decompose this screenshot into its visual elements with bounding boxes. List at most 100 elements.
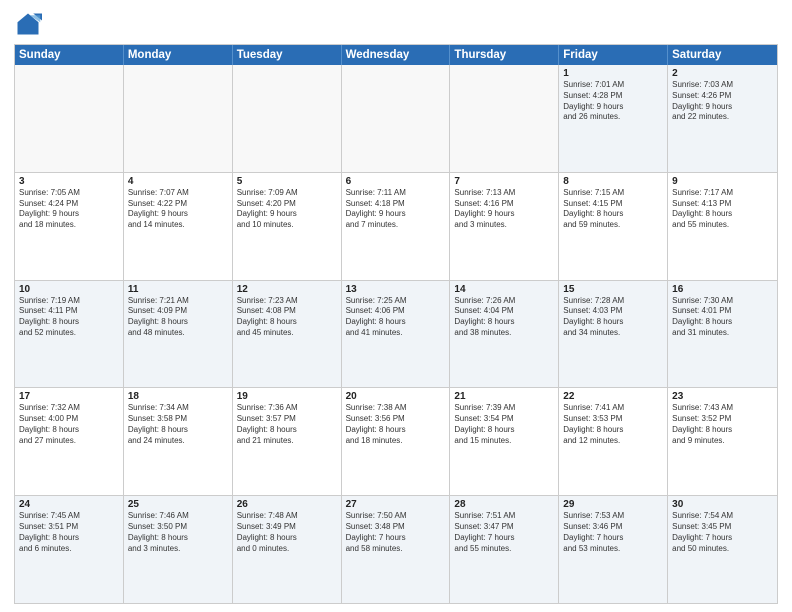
day-number: 20: [346, 391, 446, 402]
day-number: 18: [128, 391, 228, 402]
page: SundayMondayTuesdayWednesdayThursdayFrid…: [0, 0, 792, 612]
day-number: 23: [672, 391, 773, 402]
cal-cell-4-3: 19Sunrise: 7:36 AM Sunset: 3:57 PM Dayli…: [233, 388, 342, 495]
day-number: 4: [128, 176, 228, 187]
cell-text: Sunrise: 7:26 AM Sunset: 4:04 PM Dayligh…: [454, 296, 554, 339]
cal-cell-4-2: 18Sunrise: 7:34 AM Sunset: 3:58 PM Dayli…: [124, 388, 233, 495]
day-number: 5: [237, 176, 337, 187]
day-number: 16: [672, 284, 773, 295]
cell-text: Sunrise: 7:28 AM Sunset: 4:03 PM Dayligh…: [563, 296, 663, 339]
week-row-4: 17Sunrise: 7:32 AM Sunset: 4:00 PM Dayli…: [15, 388, 777, 496]
cal-cell-3-4: 13Sunrise: 7:25 AM Sunset: 4:06 PM Dayli…: [342, 281, 451, 388]
day-number: 17: [19, 391, 119, 402]
day-number: 11: [128, 284, 228, 295]
cal-cell-4-6: 22Sunrise: 7:41 AM Sunset: 3:53 PM Dayli…: [559, 388, 668, 495]
day-number: 1: [563, 68, 663, 79]
cal-cell-3-6: 15Sunrise: 7:28 AM Sunset: 4:03 PM Dayli…: [559, 281, 668, 388]
cal-cell-3-3: 12Sunrise: 7:23 AM Sunset: 4:08 PM Dayli…: [233, 281, 342, 388]
cell-text: Sunrise: 7:39 AM Sunset: 3:54 PM Dayligh…: [454, 403, 554, 446]
cal-cell-2-2: 4Sunrise: 7:07 AM Sunset: 4:22 PM Daylig…: [124, 173, 233, 280]
cell-text: Sunrise: 7:21 AM Sunset: 4:09 PM Dayligh…: [128, 296, 228, 339]
cal-cell-5-3: 26Sunrise: 7:48 AM Sunset: 3:49 PM Dayli…: [233, 496, 342, 603]
cell-text: Sunrise: 7:54 AM Sunset: 3:45 PM Dayligh…: [672, 511, 773, 554]
cal-cell-5-5: 28Sunrise: 7:51 AM Sunset: 3:47 PM Dayli…: [450, 496, 559, 603]
day-number: 30: [672, 499, 773, 510]
day-number: 19: [237, 391, 337, 402]
week-row-2: 3Sunrise: 7:05 AM Sunset: 4:24 PM Daylig…: [15, 173, 777, 281]
cal-cell-1-2: [124, 65, 233, 172]
header-day-sunday: Sunday: [15, 45, 124, 65]
cal-cell-4-7: 23Sunrise: 7:43 AM Sunset: 3:52 PM Dayli…: [668, 388, 777, 495]
cell-text: Sunrise: 7:32 AM Sunset: 4:00 PM Dayligh…: [19, 403, 119, 446]
calendar: SundayMondayTuesdayWednesdayThursdayFrid…: [14, 44, 778, 604]
cal-cell-5-1: 24Sunrise: 7:45 AM Sunset: 3:51 PM Dayli…: [15, 496, 124, 603]
cell-text: Sunrise: 7:23 AM Sunset: 4:08 PM Dayligh…: [237, 296, 337, 339]
day-number: 13: [346, 284, 446, 295]
cell-text: Sunrise: 7:48 AM Sunset: 3:49 PM Dayligh…: [237, 511, 337, 554]
day-number: 3: [19, 176, 119, 187]
day-number: 22: [563, 391, 663, 402]
day-number: 7: [454, 176, 554, 187]
cal-cell-5-6: 29Sunrise: 7:53 AM Sunset: 3:46 PM Dayli…: [559, 496, 668, 603]
cell-text: Sunrise: 7:17 AM Sunset: 4:13 PM Dayligh…: [672, 188, 773, 231]
cal-cell-1-4: [342, 65, 451, 172]
logo-icon: [14, 10, 42, 38]
cell-text: Sunrise: 7:25 AM Sunset: 4:06 PM Dayligh…: [346, 296, 446, 339]
cal-cell-2-1: 3Sunrise: 7:05 AM Sunset: 4:24 PM Daylig…: [15, 173, 124, 280]
day-number: 26: [237, 499, 337, 510]
cell-text: Sunrise: 7:51 AM Sunset: 3:47 PM Dayligh…: [454, 511, 554, 554]
header-day-wednesday: Wednesday: [342, 45, 451, 65]
cell-text: Sunrise: 7:43 AM Sunset: 3:52 PM Dayligh…: [672, 403, 773, 446]
cal-cell-4-1: 17Sunrise: 7:32 AM Sunset: 4:00 PM Dayli…: [15, 388, 124, 495]
cal-cell-3-1: 10Sunrise: 7:19 AM Sunset: 4:11 PM Dayli…: [15, 281, 124, 388]
day-number: 10: [19, 284, 119, 295]
day-number: 15: [563, 284, 663, 295]
cell-text: Sunrise: 7:34 AM Sunset: 3:58 PM Dayligh…: [128, 403, 228, 446]
cal-cell-2-5: 7Sunrise: 7:13 AM Sunset: 4:16 PM Daylig…: [450, 173, 559, 280]
cell-text: Sunrise: 7:01 AM Sunset: 4:28 PM Dayligh…: [563, 80, 663, 123]
cal-cell-4-4: 20Sunrise: 7:38 AM Sunset: 3:56 PM Dayli…: [342, 388, 451, 495]
cell-text: Sunrise: 7:41 AM Sunset: 3:53 PM Dayligh…: [563, 403, 663, 446]
cal-cell-1-7: 2Sunrise: 7:03 AM Sunset: 4:26 PM Daylig…: [668, 65, 777, 172]
cal-cell-2-4: 6Sunrise: 7:11 AM Sunset: 4:18 PM Daylig…: [342, 173, 451, 280]
cal-cell-3-5: 14Sunrise: 7:26 AM Sunset: 4:04 PM Dayli…: [450, 281, 559, 388]
cell-text: Sunrise: 7:45 AM Sunset: 3:51 PM Dayligh…: [19, 511, 119, 554]
cell-text: Sunrise: 7:05 AM Sunset: 4:24 PM Dayligh…: [19, 188, 119, 231]
week-row-5: 24Sunrise: 7:45 AM Sunset: 3:51 PM Dayli…: [15, 496, 777, 603]
cal-cell-5-2: 25Sunrise: 7:46 AM Sunset: 3:50 PM Dayli…: [124, 496, 233, 603]
cell-text: Sunrise: 7:11 AM Sunset: 4:18 PM Dayligh…: [346, 188, 446, 231]
day-number: 29: [563, 499, 663, 510]
header-day-friday: Friday: [559, 45, 668, 65]
calendar-body: 1Sunrise: 7:01 AM Sunset: 4:28 PM Daylig…: [15, 65, 777, 603]
cal-cell-5-4: 27Sunrise: 7:50 AM Sunset: 3:48 PM Dayli…: [342, 496, 451, 603]
cell-text: Sunrise: 7:30 AM Sunset: 4:01 PM Dayligh…: [672, 296, 773, 339]
cal-cell-5-7: 30Sunrise: 7:54 AM Sunset: 3:45 PM Dayli…: [668, 496, 777, 603]
cell-text: Sunrise: 7:38 AM Sunset: 3:56 PM Dayligh…: [346, 403, 446, 446]
header-day-monday: Monday: [124, 45, 233, 65]
logo: [14, 10, 44, 38]
cell-text: Sunrise: 7:36 AM Sunset: 3:57 PM Dayligh…: [237, 403, 337, 446]
cal-cell-1-6: 1Sunrise: 7:01 AM Sunset: 4:28 PM Daylig…: [559, 65, 668, 172]
day-number: 21: [454, 391, 554, 402]
calendar-header: SundayMondayTuesdayWednesdayThursdayFrid…: [15, 45, 777, 65]
day-number: 24: [19, 499, 119, 510]
cell-text: Sunrise: 7:09 AM Sunset: 4:20 PM Dayligh…: [237, 188, 337, 231]
cal-cell-1-5: [450, 65, 559, 172]
week-row-3: 10Sunrise: 7:19 AM Sunset: 4:11 PM Dayli…: [15, 281, 777, 389]
cell-text: Sunrise: 7:15 AM Sunset: 4:15 PM Dayligh…: [563, 188, 663, 231]
cell-text: Sunrise: 7:46 AM Sunset: 3:50 PM Dayligh…: [128, 511, 228, 554]
cal-cell-2-6: 8Sunrise: 7:15 AM Sunset: 4:15 PM Daylig…: [559, 173, 668, 280]
cal-cell-2-7: 9Sunrise: 7:17 AM Sunset: 4:13 PM Daylig…: [668, 173, 777, 280]
cell-text: Sunrise: 7:19 AM Sunset: 4:11 PM Dayligh…: [19, 296, 119, 339]
cell-text: Sunrise: 7:13 AM Sunset: 4:16 PM Dayligh…: [454, 188, 554, 231]
cal-cell-3-2: 11Sunrise: 7:21 AM Sunset: 4:09 PM Dayli…: [124, 281, 233, 388]
cal-cell-1-3: [233, 65, 342, 172]
day-number: 25: [128, 499, 228, 510]
day-number: 14: [454, 284, 554, 295]
cell-text: Sunrise: 7:07 AM Sunset: 4:22 PM Dayligh…: [128, 188, 228, 231]
week-row-1: 1Sunrise: 7:01 AM Sunset: 4:28 PM Daylig…: [15, 65, 777, 173]
day-number: 8: [563, 176, 663, 187]
day-number: 28: [454, 499, 554, 510]
header-day-saturday: Saturday: [668, 45, 777, 65]
day-number: 6: [346, 176, 446, 187]
